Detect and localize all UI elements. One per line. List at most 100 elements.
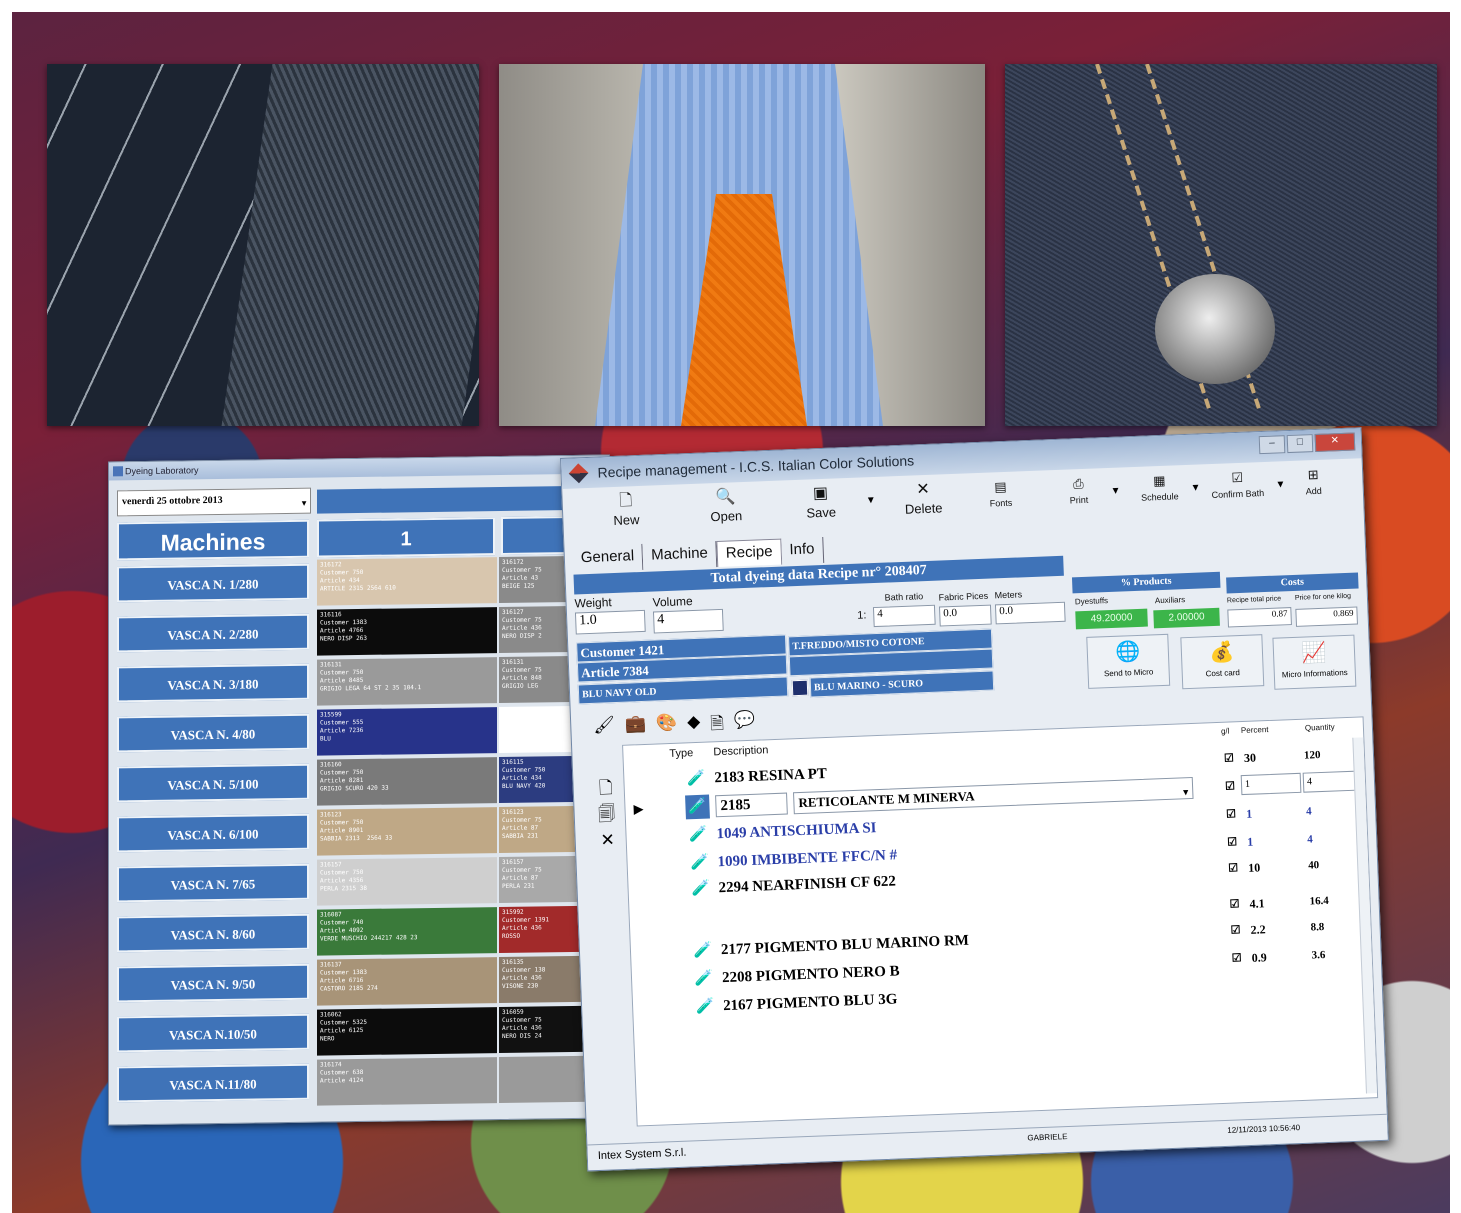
add-label: Add [1305,485,1323,497]
checkbox-icon[interactable]: ☑ [1229,892,1240,916]
machine-row: VASCA N. 9/50 316137 Customer 1383 Articl… [117,955,621,1006]
tab-info[interactable]: Info [781,536,825,565]
checkbox-icon[interactable]: ☑ [1228,856,1239,880]
checkbox-icon[interactable]: ☑ [1227,830,1238,854]
tab-recipe[interactable]: Recipe [716,538,783,568]
batch-card[interactable]: 316174 Customer 638 Article 4124 [317,1057,497,1106]
batch-card[interactable]: 316157 Customer 750 Article 4356 PERLA 2… [317,857,497,906]
schedule-button[interactable]: ▦ Schedule [1135,469,1185,523]
quantity-value: 40 [1307,859,1320,872]
send-to-micro-button[interactable]: 🌐 Send to Micro [1086,633,1171,689]
machine-button[interactable]: VASCA N. 7/65 [117,863,309,903]
product-description: 2208 PIGMENTO NERO B [721,963,900,987]
send-to-micro-label: Send to Micro [1103,667,1154,679]
batch-card[interactable]: 316123 Customer 750 Article 8901 SABBIA … [317,807,497,856]
chevron-down-icon[interactable]: ▼ [300,493,308,515]
machine-button[interactable]: VASCA N.11/80 [117,1063,309,1103]
checkbox-icon[interactable]: ☑ [1231,946,1242,970]
maximize-icon[interactable]: □ [1286,434,1314,454]
dyestuffs-label: Dyestuffs [1074,596,1109,607]
briefcase-icon[interactable]: 💼 [624,714,646,744]
chevron-down-icon[interactable]: ▼ [1190,482,1200,493]
machine-button[interactable]: VASCA N. 8/60 [117,913,309,953]
meters-field[interactable]: 0.0 [994,601,1066,625]
quantity-header: Quantity [1304,722,1335,733]
machine-button[interactable]: VASCA N. 2/280 [117,613,309,653]
recipe-total-field[interactable]: 0.87 [1227,607,1292,628]
calendar-icon: ▦ [1152,472,1166,489]
gl-header: g/l [1220,726,1230,736]
save-label: Save [806,504,837,521]
fonts-icon: ▤ [993,478,1007,495]
product-code-input[interactable]: 2185 [715,792,788,818]
checkbox-icon[interactable]: ☑ [1224,746,1235,770]
cost-card-button[interactable]: 💰 Cost card [1180,634,1265,690]
percent-value: 0.9 [1251,950,1267,965]
insert-row-icon[interactable]: 🗋 [595,775,616,802]
machine-button[interactable]: VASCA N. 6/100 [117,813,309,853]
volume-field[interactable]: 4 [652,608,724,634]
copy-row-icon[interactable]: 🗐 [596,801,617,828]
dyestuffs-value: 49.20000 [1075,608,1148,630]
chevron-down-icon[interactable]: ▼ [1275,479,1285,490]
tab-general[interactable]: General [572,543,644,573]
machine-button[interactable]: VASCA N. 5/100 [117,763,309,803]
percent-input[interactable]: 1 [1240,772,1302,796]
product-description: 2294 NEARFINISH CF 622 [718,873,897,897]
batch-card[interactable]: 316087 Customer 740 Article 4092 VERDE M… [317,907,497,956]
metal-button-shape [1155,274,1275,384]
machine-button[interactable]: VASCA N.10/50 [117,1013,309,1053]
meters-label: Meters [994,589,1023,601]
batch-card[interactable]: 316137 Customer 1383 Article 6716 CASTOR… [317,957,497,1006]
micro-informations-button[interactable]: 📈 Micro Informations [1272,634,1357,690]
print-button[interactable]: ⎙ Print [1060,472,1098,525]
chevron-down-icon[interactable]: ▼ [866,495,876,506]
auxiliars-value: 2.00000 [1153,607,1220,629]
diamond-icon[interactable]: ◆ [687,712,701,741]
weight-field[interactable]: 1.0 [574,609,646,635]
machine-button[interactable]: VASCA N. 4/80 [117,713,309,753]
lapel-shape [221,64,479,426]
fabric-pieces-field[interactable]: 0.0 [938,604,992,627]
batch-card[interactable]: 316116 Customer 1383 Article 4766 NERO D… [317,607,497,656]
checkbox-icon[interactable]: ☑ [1225,774,1236,798]
open-button[interactable]: 🔍 Open [700,486,752,540]
palette-icon[interactable]: 🎨 [656,713,678,743]
new-button[interactable]: 🗋 New [600,490,652,544]
tab-machine[interactable]: Machine [642,541,718,570]
machine-button[interactable]: VASCA N. 3/180 [117,663,309,703]
brush-icon[interactable]: 🖌 [593,715,616,745]
save-button[interactable]: ▣ Save [795,482,847,536]
delete-icon: ✕ [915,480,931,499]
grid-side-tools: 🗋 🗐 ✕ [595,775,618,854]
checkbox-icon[interactable]: ☑ [1226,802,1237,826]
chevron-down-icon[interactable]: ▼ [1181,780,1191,804]
machine-button[interactable]: VASCA N. 9/50 [117,963,309,1003]
price-per-kilo-field[interactable]: 0.869 [1295,606,1358,627]
machine-button[interactable]: VASCA N. 1/280 [117,563,309,603]
app-icon [113,466,123,477]
status-user: GABRIELE [1027,1132,1068,1143]
add-button[interactable]: ⊞ Add [1295,463,1333,516]
fonts-button[interactable]: ▤ Fonts [980,475,1022,528]
document-icon[interactable]: 🗎 [710,711,725,741]
delete-button[interactable]: ✕ Delete [895,478,952,532]
batch-card[interactable]: 315599 Customer 555 Article 7236 BLU [317,707,497,756]
close-icon[interactable]: ✕ [1314,432,1356,453]
delete-row-icon[interactable]: ✕ [597,827,618,854]
comment-icon[interactable]: 💬 [734,710,756,740]
percent-value: 4.1 [1249,896,1265,911]
cost-card-label: Cost card [1205,668,1241,679]
batch-card[interactable]: 316160 Customer 750 Article 8281 GRIGIO … [317,757,497,806]
batch-card[interactable]: 316172 Customer 750 Article 434 ARTICLE … [317,557,497,606]
product-type-icon: 🧪 [695,998,715,1016]
checkbox-icon[interactable]: ☑ [1230,918,1241,942]
weight-label: Weight [574,595,612,611]
bath-ratio-field[interactable]: 4 [872,604,936,628]
chevron-down-icon[interactable]: ▼ [1110,486,1120,497]
date-picker[interactable]: venerdì 25 ottobre 2013 ▼ [117,487,311,517]
minimize-icon[interactable]: – [1258,435,1286,455]
confirm-bath-button[interactable]: ☑ Confirm Bath [1205,466,1271,520]
batch-card[interactable]: 316131 Customer 750 Article 8485 GRIGIO … [317,657,497,706]
batch-card[interactable]: 316062 Customer 5325 Article 6125 NERO [317,1007,497,1056]
